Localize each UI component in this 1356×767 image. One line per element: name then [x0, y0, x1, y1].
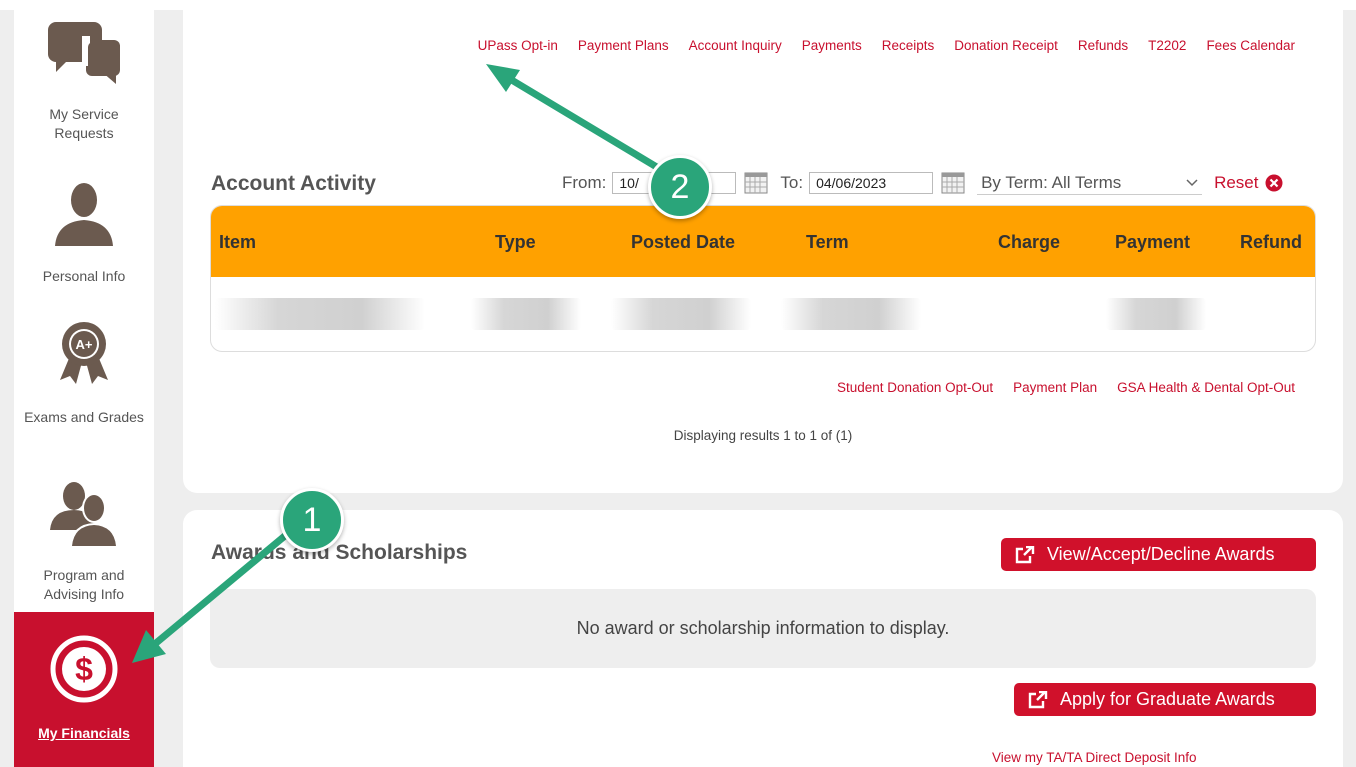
- term-select-value: By Term: All Terms: [981, 172, 1122, 192]
- link-gsa-health-dental-opt-out[interactable]: GSA Health & Dental Opt-Out: [1117, 380, 1295, 395]
- annotation-badge-1: 1: [280, 488, 344, 552]
- sidebar-item-label: My Financials: [38, 725, 130, 741]
- table-header: Item Type Posted Date Term Charge Paymen…: [211, 206, 1315, 277]
- link-donation-receipt[interactable]: Donation Receipt: [954, 38, 1058, 53]
- link-refunds[interactable]: Refunds: [1078, 38, 1128, 53]
- to-label: To:: [780, 173, 804, 192]
- blurred-cell: [781, 298, 921, 330]
- results-count: Displaying results 1 to 1 of (1): [673, 428, 853, 443]
- external-link-icon: [1028, 690, 1048, 708]
- awards-title: Awards and Scholarships: [211, 541, 468, 564]
- sidebar-item-program-advising[interactable]: Program and Advising Info: [14, 478, 154, 608]
- person-icon: [55, 183, 113, 246]
- column-header-charge[interactable]: Charge: [998, 232, 1060, 253]
- view-accept-decline-awards-button[interactable]: View/Accept/Decline Awards: [1001, 538, 1316, 571]
- activity-links: Student Donation Opt-Out Payment Plan GS…: [780, 380, 1295, 395]
- link-payment-plan[interactable]: Payment Plan: [1013, 380, 1097, 395]
- link-fees-calendar[interactable]: Fees Calendar: [1206, 38, 1295, 53]
- link-ta-direct-deposit[interactable]: View my TA/TA Direct Deposit Info: [992, 750, 1197, 765]
- apply-graduate-awards-button[interactable]: Apply for Graduate Awards: [1014, 683, 1316, 716]
- chat-bubbles-icon: [48, 22, 120, 84]
- reset-label: Reset: [1214, 173, 1259, 192]
- account-activity-table: Item Type Posted Date Term Charge Paymen…: [210, 205, 1316, 352]
- link-receipts[interactable]: Receipts: [882, 38, 935, 53]
- sidebar-item-my-financials[interactable]: $ My Financials: [14, 612, 154, 767]
- sidebar-item-service-requests[interactable]: My Service Requests: [14, 18, 154, 148]
- svg-text:$: $: [75, 651, 93, 687]
- annotation-badge-2: 2: [648, 155, 712, 219]
- blurred-cell: [611, 298, 751, 330]
- column-header-term[interactable]: Term: [806, 232, 849, 253]
- people-icon: [50, 482, 118, 546]
- award-ribbon-text: A+: [76, 337, 93, 352]
- chevron-down-icon: [1186, 178, 1198, 186]
- blurred-cell: [471, 298, 581, 330]
- column-header-type[interactable]: Type: [495, 232, 536, 253]
- blurred-cell: [215, 298, 425, 330]
- calendar-icon[interactable]: [941, 171, 965, 195]
- sidebar-item-label: Program and Advising Info: [43, 567, 125, 602]
- calendar-icon[interactable]: [744, 171, 768, 195]
- blurred-cell: [1106, 298, 1206, 330]
- reset-button[interactable]: Reset: [1214, 173, 1282, 193]
- column-header-payment[interactable]: Payment: [1115, 232, 1190, 253]
- column-header-item[interactable]: Item: [219, 232, 256, 253]
- from-label: From:: [562, 173, 607, 192]
- close-circle-icon: [1265, 174, 1282, 192]
- empty-text: No award or scholarship information to d…: [576, 618, 950, 638]
- column-header-posted-date[interactable]: Posted Date: [631, 232, 735, 253]
- term-select[interactable]: By Term: All Terms: [977, 171, 1203, 195]
- sidebar-item-personal-info[interactable]: Personal Info: [14, 180, 154, 290]
- sidebar: My Service Requests Personal Info A+ Exa…: [14, 0, 154, 767]
- sidebar-item-label: Exams and Grades: [24, 409, 144, 425]
- sidebar-item-label: Personal Info: [42, 268, 126, 284]
- link-payment-plans[interactable]: Payment Plans: [578, 38, 669, 53]
- award-ribbon-icon: A+: [60, 322, 108, 384]
- to-date-input[interactable]: [809, 172, 934, 194]
- button-label: View/Accept/Decline Awards: [1047, 544, 1275, 564]
- link-upass-opt-in[interactable]: UPass Opt-in: [478, 38, 558, 53]
- link-t2202[interactable]: T2202: [1148, 38, 1186, 53]
- account-activity-title: Account Activity: [211, 172, 376, 195]
- link-payments[interactable]: Payments: [802, 38, 862, 53]
- link-student-donation-opt-out[interactable]: Student Donation Opt-Out: [837, 380, 993, 395]
- link-account-inquiry[interactable]: Account Inquiry: [689, 38, 782, 53]
- no-awards-message: No award or scholarship information to d…: [210, 589, 1316, 668]
- button-label: Apply for Graduate Awards: [1060, 689, 1275, 709]
- dollar-circle-icon: $: [50, 635, 118, 703]
- external-link-icon: [1015, 545, 1035, 563]
- sidebar-item-label: My Service Requests: [49, 106, 119, 141]
- column-header-refund[interactable]: Refund: [1240, 232, 1302, 253]
- top-nav-links: UPass Opt-in Payment Plans Account Inqui…: [227, 38, 1295, 53]
